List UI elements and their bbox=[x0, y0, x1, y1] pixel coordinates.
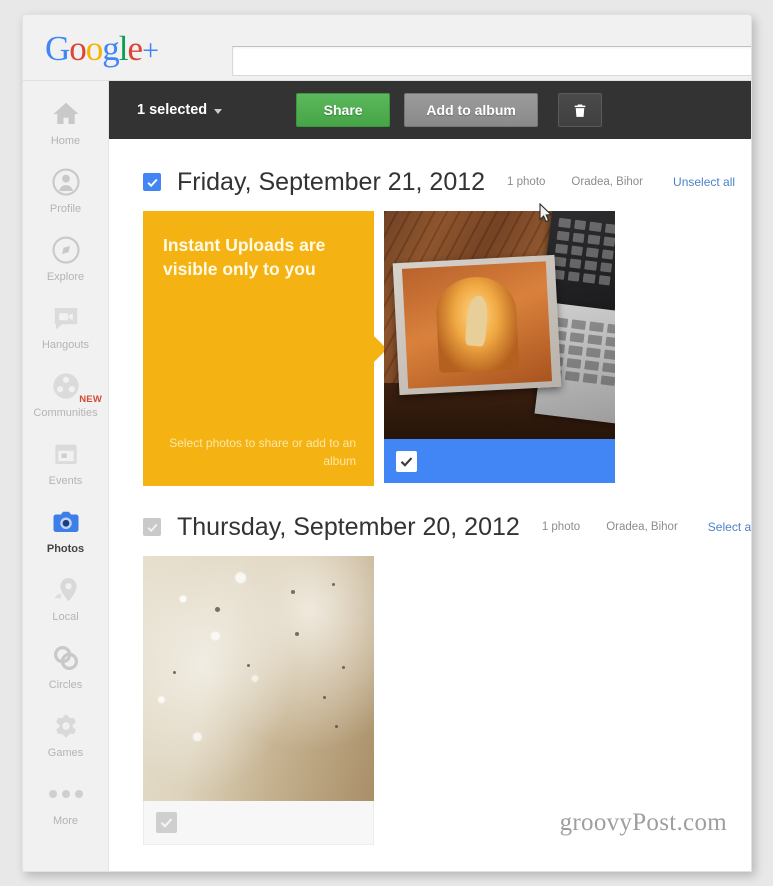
photo-select-checkbox[interactable] bbox=[156, 812, 177, 833]
games-icon bbox=[49, 709, 83, 743]
photo-tile[interactable] bbox=[143, 556, 374, 845]
sidebar-item-label: Circles bbox=[48, 679, 83, 691]
check-icon bbox=[400, 456, 413, 467]
date-group-header: Thursday, September 20, 2012 1 photo Ora… bbox=[109, 498, 751, 556]
sidebar-item-label: Hangouts bbox=[41, 339, 90, 351]
sidebar-item-explore[interactable]: Explore bbox=[23, 227, 108, 295]
info-card-heading: Instant Uploads are visible only to you bbox=[163, 235, 326, 280]
group-date-title: Thursday, September 20, 2012 bbox=[177, 512, 520, 541]
sidebar-item-circles[interactable]: Circles bbox=[23, 635, 108, 703]
trash-icon bbox=[574, 104, 586, 117]
browser-page-card: Google+ Home Profile Explore Hangouts NE… bbox=[22, 14, 752, 872]
check-icon bbox=[146, 523, 158, 532]
photo-caption-bar bbox=[384, 439, 615, 483]
sidebar-item-label: Games bbox=[47, 747, 84, 759]
app-header: Google+ bbox=[23, 15, 751, 81]
sidebar-item-label: Communities bbox=[33, 407, 98, 419]
sidebar-item-label: Local bbox=[52, 611, 79, 623]
chevron-down-icon bbox=[214, 108, 223, 114]
circles-icon bbox=[49, 641, 83, 675]
sidebar-item-label: Explore bbox=[46, 271, 85, 283]
group-select-checkbox[interactable] bbox=[143, 518, 161, 536]
selected-count-dropdown[interactable]: 1 selected bbox=[137, 102, 223, 118]
sidebar-item-hangouts[interactable]: Hangouts bbox=[23, 295, 108, 363]
search-input[interactable] bbox=[232, 46, 751, 76]
google-plus-logo[interactable]: Google+ bbox=[45, 31, 159, 66]
profile-icon bbox=[49, 165, 83, 199]
sidebar-item-photos[interactable]: Photos bbox=[23, 499, 117, 567]
check-icon bbox=[160, 818, 173, 828]
unselect-all-link[interactable]: Unselect all bbox=[673, 175, 735, 189]
instant-uploads-card: Instant Uploads are visible only to you … bbox=[143, 211, 387, 486]
selected-count-label: 1 selected bbox=[137, 102, 208, 118]
foam-closeup-photo[interactable] bbox=[143, 556, 374, 801]
sidebar-item-local[interactable]: Local bbox=[23, 567, 108, 635]
more-dots-icon bbox=[48, 777, 83, 811]
sidebar-item-games[interactable]: Games bbox=[23, 703, 108, 771]
photo-tile-row: Instant Uploads are visible only to you … bbox=[109, 211, 751, 486]
info-card-footer: Select photos to share or add to an albu… bbox=[169, 436, 356, 468]
sidebar-item-home[interactable]: Home bbox=[23, 91, 108, 159]
communities-new-badge: NEW bbox=[79, 394, 102, 405]
sidebar-item-label: Home bbox=[50, 135, 81, 147]
add-to-album-button[interactable]: Add to album bbox=[404, 93, 539, 127]
photo-caption-bar bbox=[143, 801, 374, 845]
group-date-title: Friday, September 21, 2012 bbox=[177, 167, 486, 196]
photo-tile[interactable] bbox=[384, 211, 615, 486]
photos-main-panel: 1 selected Share Add to album Friday, Se… bbox=[109, 81, 751, 871]
sidebar-item-label: Profile bbox=[49, 203, 82, 215]
communities-icon bbox=[49, 369, 83, 403]
hangouts-icon bbox=[49, 301, 83, 335]
site-watermark: groovyPost.com bbox=[559, 809, 727, 836]
sidebar-item-profile[interactable]: Profile bbox=[23, 159, 108, 227]
photos-camera-icon bbox=[49, 505, 83, 539]
sidebar-item-label: Photos bbox=[46, 543, 85, 555]
explore-icon bbox=[49, 233, 83, 267]
photo-tile-row bbox=[109, 556, 751, 845]
sidebar-item-events[interactable]: Events bbox=[23, 431, 108, 499]
selection-toolbar: 1 selected Share Add to album bbox=[109, 81, 751, 139]
group-select-checkbox[interactable] bbox=[143, 173, 161, 191]
group-location: Oradea, Bihor bbox=[571, 176, 644, 188]
sidebar-item-label: Events bbox=[48, 475, 83, 487]
sidebar-item-communities[interactable]: NEW Communities bbox=[23, 363, 108, 431]
group-photo-count: 1 photo bbox=[541, 521, 581, 533]
cd-jewel-case-photo[interactable] bbox=[384, 211, 615, 439]
home-icon bbox=[49, 97, 83, 131]
events-icon bbox=[49, 437, 83, 471]
group-photo-count: 1 photo bbox=[507, 176, 546, 188]
share-button[interactable]: Share bbox=[296, 93, 391, 127]
local-pin-icon bbox=[49, 573, 83, 607]
photo-select-checkbox[interactable] bbox=[396, 450, 417, 472]
date-group-header: Friday, September 21, 2012 1 photo Orade… bbox=[109, 153, 751, 211]
sidebar-nav: Home Profile Explore Hangouts NEW Commun… bbox=[23, 81, 117, 871]
sidebar-item-more[interactable]: More bbox=[23, 771, 108, 839]
group-location: Oradea, Bihor bbox=[606, 521, 678, 533]
check-icon bbox=[146, 178, 158, 187]
select-all-link[interactable]: Select all bbox=[708, 520, 751, 534]
instant-uploads-info-tile: Instant Uploads are visible only to you … bbox=[143, 211, 387, 486]
delete-button[interactable] bbox=[558, 93, 603, 127]
sidebar-item-label: More bbox=[52, 815, 79, 827]
